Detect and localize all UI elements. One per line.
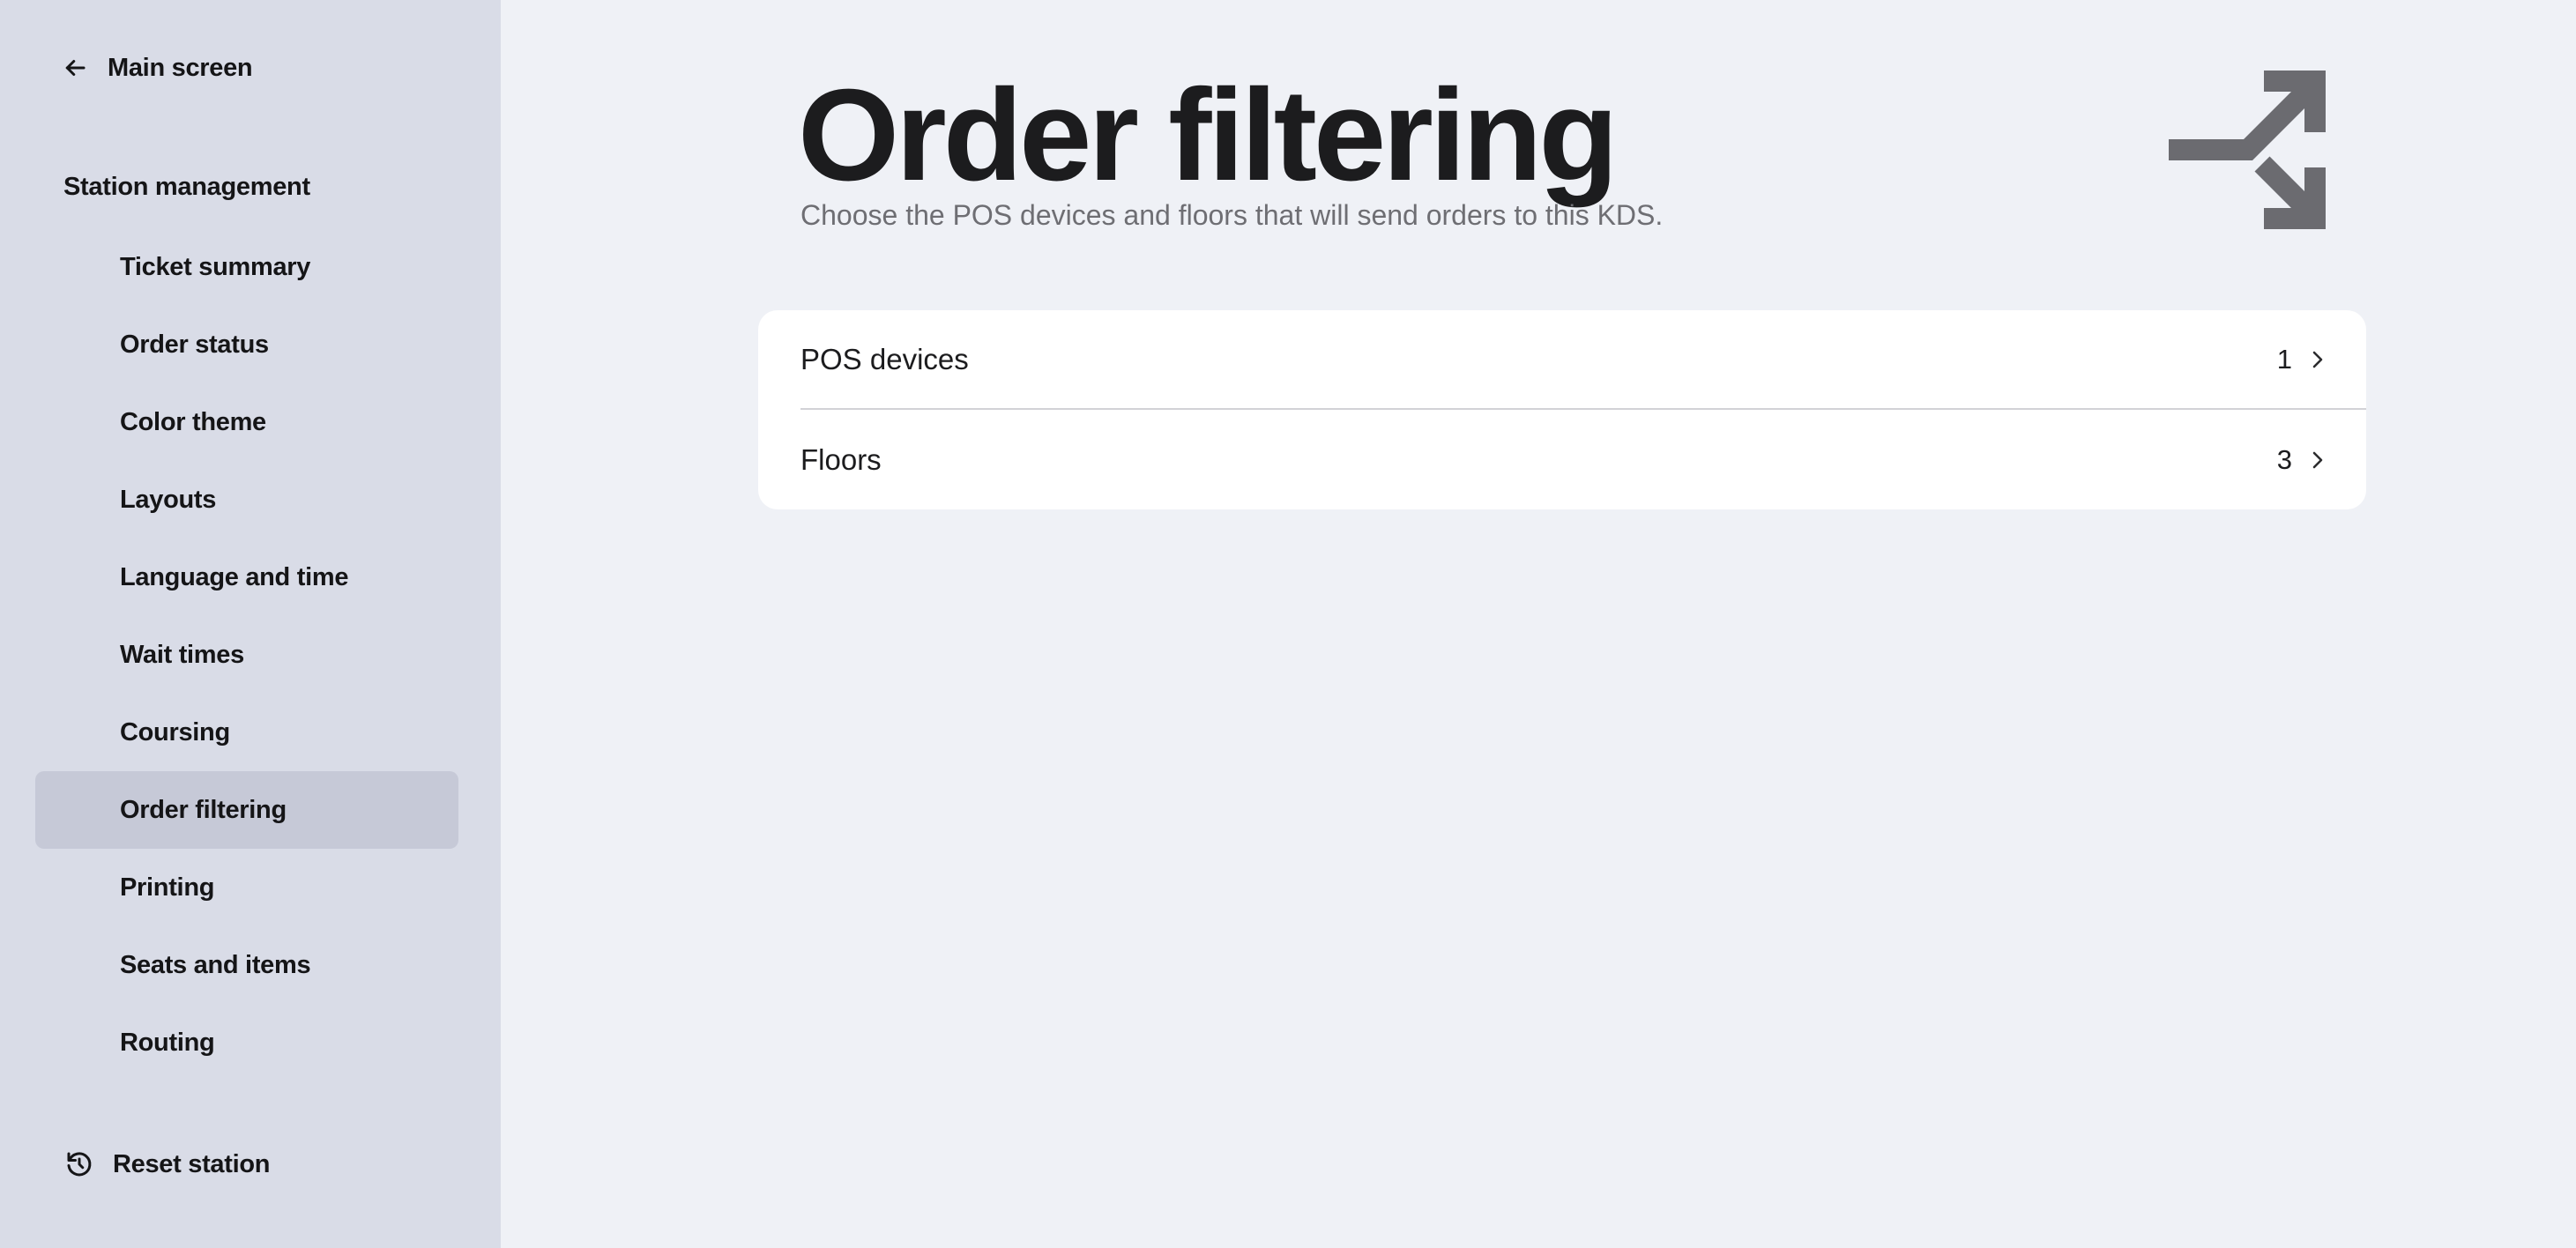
page-title: Order filtering — [798, 63, 1619, 208]
app-root: Main screen Station management Ticket su… — [0, 0, 2576, 1248]
floors-label: Floors — [800, 442, 882, 476]
sidebar-item-coursing[interactable]: Coursing — [35, 694, 458, 771]
sidebar-item-language-and-time[interactable]: Language and time — [35, 539, 458, 616]
sidebar-item-order-status[interactable]: Order status — [35, 306, 458, 383]
reset-station-button[interactable]: Reset station — [63, 1142, 271, 1186]
page-subtitle: Choose the POS devices and floors that w… — [800, 199, 1664, 231]
pos-devices-row[interactable]: POS devices 1 — [800, 310, 2366, 410]
pos-devices-label: POS devices — [800, 342, 969, 375]
filter-options-card: POS devices 1 Floors 3 — [758, 310, 2366, 509]
sidebar-item-wait-times[interactable]: Wait times — [35, 616, 458, 694]
sidebar-item-printing[interactable]: Printing — [35, 849, 458, 926]
sidebar-item-layouts[interactable]: Layouts — [35, 461, 458, 539]
sidebar-item-ticket-summary[interactable]: Ticket summary — [35, 228, 458, 306]
chevron-right-icon — [2308, 346, 2366, 373]
reset-icon — [63, 1148, 95, 1180]
sidebar-item-routing[interactable]: Routing — [35, 1004, 458, 1081]
settings-nav: Ticket summary Order status Color theme … — [35, 228, 458, 1081]
sidebar-item-order-filtering[interactable]: Order filtering — [35, 771, 458, 849]
floors-count: 3 — [2276, 443, 2292, 475]
floors-row[interactable]: Floors 3 — [800, 410, 2366, 509]
reset-station-label: Reset station — [113, 1149, 271, 1178]
chevron-right-icon — [2308, 447, 2366, 473]
main-screen-button[interactable]: Main screen — [62, 46, 253, 90]
arrow-left-icon — [62, 55, 88, 81]
pos-devices-count: 1 — [2276, 343, 2292, 375]
sidebar-item-seats-and-items[interactable]: Seats and items — [35, 926, 458, 1004]
sidebar: Main screen Station management Ticket su… — [0, 0, 501, 1248]
main-screen-label: Main screen — [108, 53, 253, 82]
section-title: Station management — [63, 173, 310, 201]
split-arrows-icon — [2167, 69, 2327, 229]
sidebar-item-color-theme[interactable]: Color theme — [35, 383, 458, 461]
